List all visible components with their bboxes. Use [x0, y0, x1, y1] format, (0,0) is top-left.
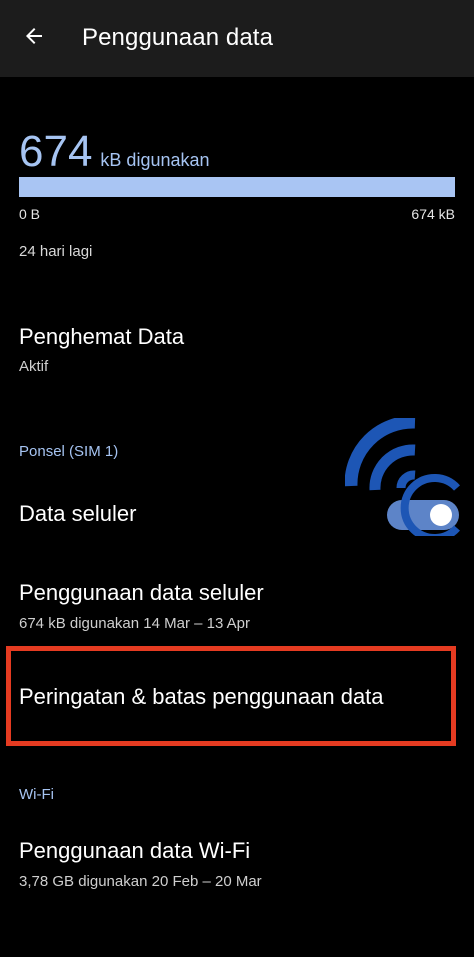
data-saver-title: Penghemat Data	[19, 324, 185, 349]
usage-value: 674	[19, 127, 93, 176]
usage-bar-max-label: 674 kB	[411, 206, 455, 222]
mobile-data-usage-item[interactable]: Penggunaan data seluler 674 kB digunakan…	[0, 568, 474, 634]
page-title: Penggunaan data	[82, 24, 274, 51]
usage-bar-min-label: 0 B	[19, 206, 41, 222]
watermark-logo-icon	[345, 418, 460, 536]
data-usage-summary: 674 kB digunakan 0 B 674 kB	[19, 126, 455, 222]
data-saver-status: Aktif	[19, 358, 49, 375]
wifi-data-usage-item[interactable]: Penggunaan data Wi-Fi 3,78 GB digunakan …	[0, 826, 474, 892]
usage-progress-bar	[19, 177, 455, 197]
mobile-data-usage-title: Penggunaan data seluler	[19, 580, 264, 605]
section-header-sim: Ponsel (SIM 1)	[19, 443, 119, 460]
data-saver-item[interactable]: Penghemat Data Aktif	[0, 318, 474, 380]
wifi-data-usage-title: Penggunaan data Wi-Fi	[19, 838, 251, 863]
mobile-data-usage-subtitle: 674 kB digunakan 14 Mar – 13 Apr	[19, 615, 250, 632]
data-warning-limit-item[interactable]: Peringatan & batas penggunaan data	[0, 660, 474, 732]
wifi-data-usage-subtitle: 3,78 GB digunakan 20 Feb – 20 Mar	[19, 873, 262, 890]
usage-unit-label: kB digunakan	[100, 150, 210, 170]
usage-progress-fill	[19, 177, 455, 197]
app-bar: Penggunaan data	[0, 0, 474, 77]
section-header-wifi: Wi-Fi	[19, 786, 54, 803]
arrow-left-icon	[26, 28, 42, 44]
mobile-data-title: Data seluler	[19, 501, 137, 526]
days-remaining: 24 hari lagi	[19, 243, 93, 260]
usage-amount: 674 kB digunakan	[19, 126, 455, 178]
back-button[interactable]	[14, 16, 54, 56]
data-warning-limit-title: Peringatan & batas penggunaan data	[19, 684, 384, 709]
